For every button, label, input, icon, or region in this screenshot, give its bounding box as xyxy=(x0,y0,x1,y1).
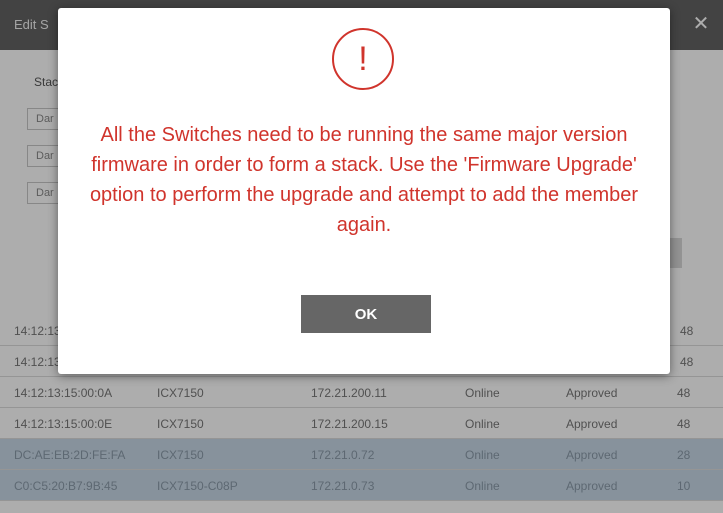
warning-icon: ! xyxy=(332,28,394,90)
error-dialog: ! All the Switches need to be running th… xyxy=(58,8,670,374)
error-message: All the Switches need to be running the … xyxy=(89,124,639,236)
ok-button[interactable]: OK xyxy=(301,295,431,333)
